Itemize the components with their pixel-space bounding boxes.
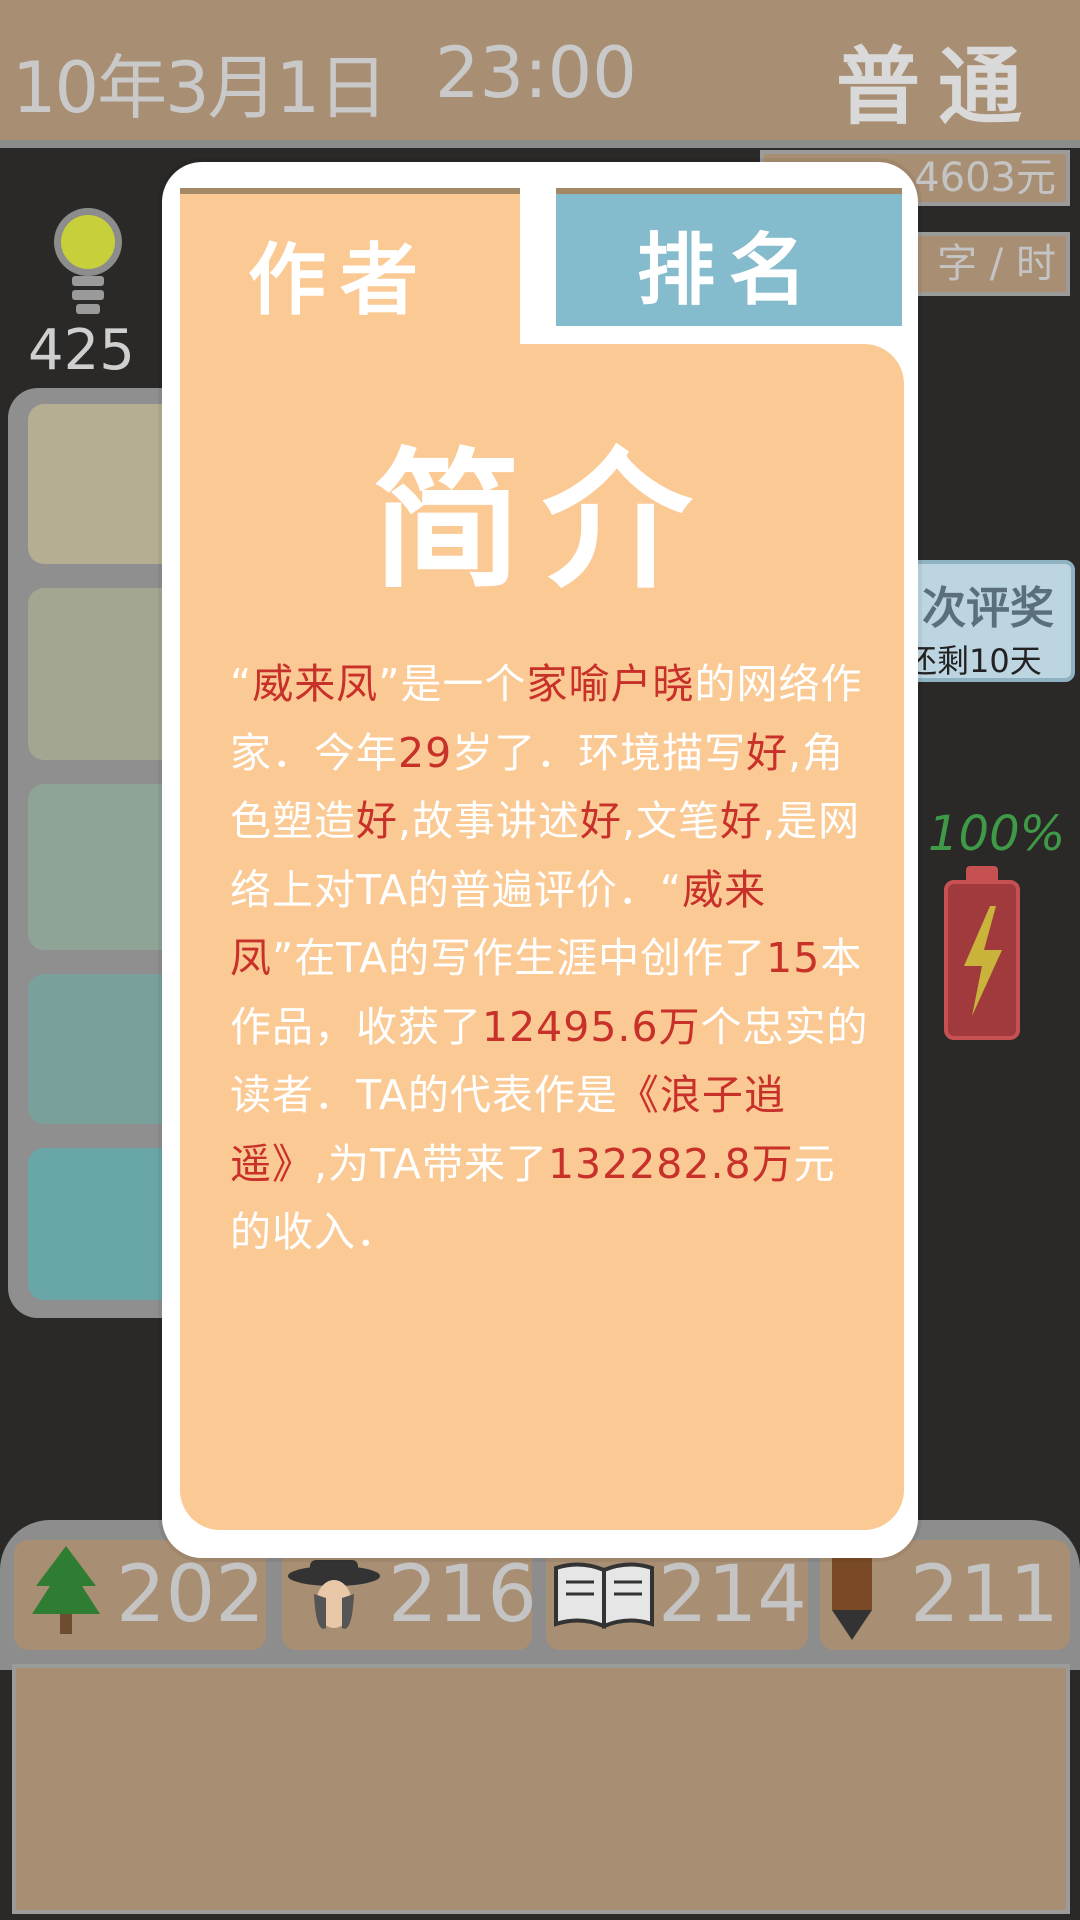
rating-character: 好 xyxy=(356,797,398,845)
tab-author-label: 作者 xyxy=(247,236,432,326)
bio-text: ”在TA的写作生涯中创作了 xyxy=(272,934,767,982)
writing-speed-chip: 字 / 时 xyxy=(900,232,1070,296)
idea-count: 425 xyxy=(28,318,135,383)
difficulty-label[interactable]: 普通 xyxy=(836,20,1040,141)
book-icon xyxy=(552,1560,656,1634)
author-name: 威来凤 xyxy=(252,660,379,708)
stat-character-value: 216 xyxy=(388,1550,537,1640)
writing-speed-value: 字 / 时 xyxy=(937,241,1056,287)
rating-scene: 好 xyxy=(746,728,789,777)
income-amount: 132282.8万 xyxy=(547,1139,794,1188)
character-icon xyxy=(286,1554,382,1638)
pencil-icon xyxy=(826,1552,878,1646)
battery-icon xyxy=(944,880,1020,1040)
author-bio: “威来凤”是一个家喻户晓的网络作家．今年29岁了．环境描写好,角色塑造好,故事讲… xyxy=(230,650,870,1267)
bio-text: ,故事讲述 xyxy=(398,797,581,845)
stat-writing-value: 211 xyxy=(910,1550,1059,1640)
readers-count: 12495.6万 xyxy=(482,1002,701,1051)
bio-text: ”是一个 xyxy=(378,660,527,708)
award-title: 次评奖 xyxy=(922,583,1054,634)
tab-ranking-label: 排名 xyxy=(636,226,821,316)
stat-plot-value: 202 xyxy=(116,1550,265,1640)
game-time: 23:00 xyxy=(435,32,637,114)
tab-author[interactable]: 作者 xyxy=(180,188,520,358)
bio-text: 岁了．环境描写 xyxy=(452,728,747,777)
battery-percent: 100% xyxy=(928,806,1066,862)
fame-level: 家喻户晓 xyxy=(526,660,695,708)
rating-plot: 好 xyxy=(580,797,623,845)
stat-scene-value: 214 xyxy=(658,1550,807,1640)
lightbulb-icon[interactable] xyxy=(48,200,128,320)
award-countdown: 还剩10天 xyxy=(905,642,1042,680)
bio-text: ,为TA带来了 xyxy=(314,1139,548,1188)
rating-writing: 好 xyxy=(720,797,763,845)
bio-text: ,文笔 xyxy=(622,797,721,845)
game-date: 10年3月1日 xyxy=(12,47,388,129)
bottom-panel xyxy=(12,1664,1070,1914)
works-count: 15 xyxy=(766,934,821,982)
tab-ranking[interactable]: 排名 xyxy=(556,188,902,326)
lightning-icon xyxy=(964,906,1002,1016)
profile-title: 简介 xyxy=(371,435,712,609)
author-age: 29 xyxy=(398,728,453,777)
money-value: 4603元 xyxy=(914,155,1056,201)
tree-icon xyxy=(26,1542,106,1646)
bio-text: “ xyxy=(230,660,253,708)
